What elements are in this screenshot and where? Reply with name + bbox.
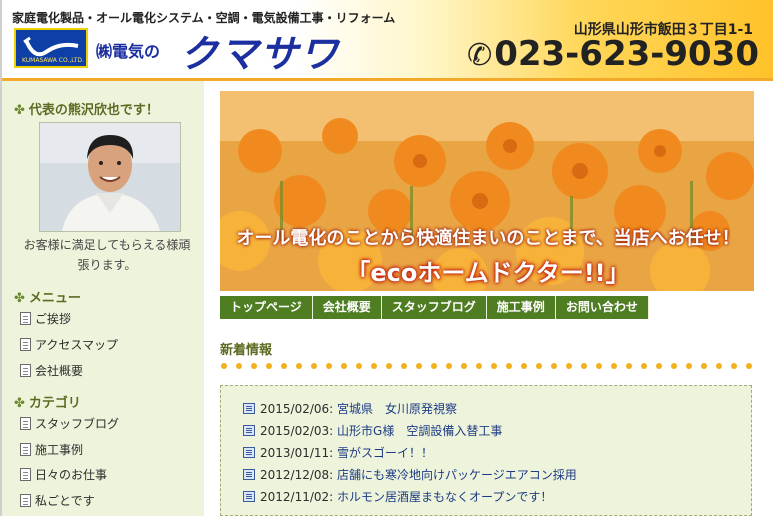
document-icon [20,364,31,377]
article-icon [243,447,255,458]
menu-item-company-overview[interactable]: 会社概要 [20,362,83,379]
category-section-title: ✤ カテゴリ [14,396,81,411]
nav-contact[interactable]: お問い合わせ [555,296,649,319]
hero-slogan: 「ecoホームドクター!!」 [346,259,630,287]
document-icon [20,338,31,351]
clover-icon: ✤ [14,103,25,118]
nav-staff-blog[interactable]: スタッフブログ [381,296,487,319]
phone-number: 023-623-9030 [494,34,759,74]
document-icon [20,468,31,481]
global-nav: トップページ 会社概要 スタッフブログ 施工事例 お問い合わせ [220,296,649,319]
article-icon [243,491,255,502]
rep-section-title: ✤ 代表の熊沢欣也です！ [14,103,159,118]
main-content: オール電化のことから快適住まいのことまで、当店へお任せ！ 「ecoホームドクター… [204,81,773,516]
clover-icon: ✤ [14,396,25,411]
phone-icon: ✆ [467,38,493,73]
category-item-work-examples[interactable]: 施工事例 [20,441,83,458]
nav-work-examples[interactable]: 施工事例 [486,296,556,319]
dotted-divider [221,363,752,369]
representative-photo [39,122,181,232]
company-logo[interactable]: KUMASAWA CO.,LTD. [14,28,88,68]
hero-headline: オール電化のことから快適住まいのことまで、当店へお任せ！ [236,228,740,249]
company-prefix: ㈱電気の [96,42,161,61]
news-item[interactable]: 2013/01/11: 雪がスゴーイ！！ [243,444,433,461]
article-icon [243,425,255,436]
company-name[interactable]: クマサワ [180,23,340,78]
site-header: 家庭電化製品・オール電化システム・空調・電気設備工事・リフォーム KUMASAW… [2,0,773,81]
menu-item-greeting[interactable]: ご挨拶 [20,310,71,327]
news-item[interactable]: 2012/12/08: 店舗にも寒冷地向けパッケージエアコン採用 [243,466,577,483]
menu-section-title: ✤ メニュー [14,291,81,306]
hero-banner: オール電化のことから快適住まいのことまで、当店へお任せ！ 「ecoホームドクター… [220,91,754,291]
document-icon [20,417,31,430]
rep-message: お客様に満足してもらえる様頑張ります。 [23,238,191,272]
document-icon [20,312,31,325]
article-icon [243,469,255,480]
logo-small-text: KUMASAWA CO.,LTD. [22,57,84,64]
document-icon [20,494,31,507]
menu-item-access-map[interactable]: アクセスマップ [20,336,118,353]
news-section-title: 新着情報 [220,343,273,358]
news-item[interactable]: 2012/11/02: ホルモン居酒屋まもなくオープンです！ [243,488,552,505]
document-icon [20,443,31,456]
nav-company-overview[interactable]: 会社概要 [312,296,382,319]
nav-top-page[interactable]: トップページ [220,296,313,319]
news-list: 2015/02/06: 宮城県 女川原発視察 2015/02/03: 山形市G様… [220,385,752,516]
sidebar: ✤ 代表の熊沢欣也です！ お客様に満足してもらえる様頑張ります。 ✤ メニュー ご挨… [2,81,204,516]
category-item-daily-work[interactable]: 日々のお仕事 [20,466,107,483]
company-phone: ✆023-623-9030 [467,34,759,74]
clover-icon: ✤ [14,291,25,306]
news-item[interactable]: 2015/02/03: 山形市G様 空調設備入替工事 [243,422,502,439]
news-item[interactable]: 2015/02/06: 宮城県 女川原発視察 [243,400,457,417]
category-item-staff-blog[interactable]: スタッフブログ [20,415,119,432]
category-item-personal[interactable]: 私ごとです [20,492,95,509]
article-icon [243,403,255,414]
